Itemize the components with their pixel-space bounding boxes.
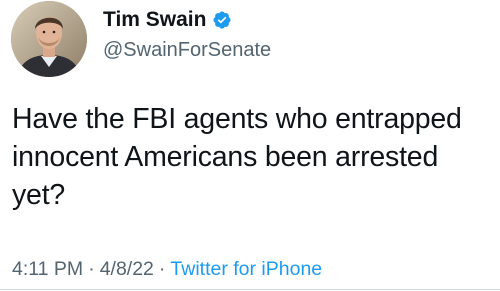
- profile-photo-icon: [11, 1, 87, 77]
- meta-separator-2: ·: [158, 258, 166, 280]
- author-handle[interactable]: @SwainForSenate: [103, 38, 271, 62]
- tweet-source-link[interactable]: Twitter for iPhone: [170, 258, 322, 280]
- avatar[interactable]: [11, 1, 87, 77]
- divider: [0, 289, 500, 290]
- tweet-date[interactable]: 4/8/22: [100, 258, 154, 280]
- verified-badge-icon: [212, 10, 232, 30]
- tweet-text: Have the FBI agents who entrapped innoce…: [12, 103, 462, 211]
- meta-separator: ·: [88, 258, 95, 280]
- author-name-row[interactable]: Tim Swain: [103, 7, 232, 33]
- tweet-meta: 4:11 PM · 4/8/22 · Twitter for iPhone: [12, 257, 322, 281]
- tweet-card: Tim Swain @SwainForSenate Have the FBI a…: [0, 0, 500, 291]
- display-name[interactable]: Tim Swain: [103, 7, 206, 33]
- tweet-time[interactable]: 4:11 PM: [12, 258, 83, 280]
